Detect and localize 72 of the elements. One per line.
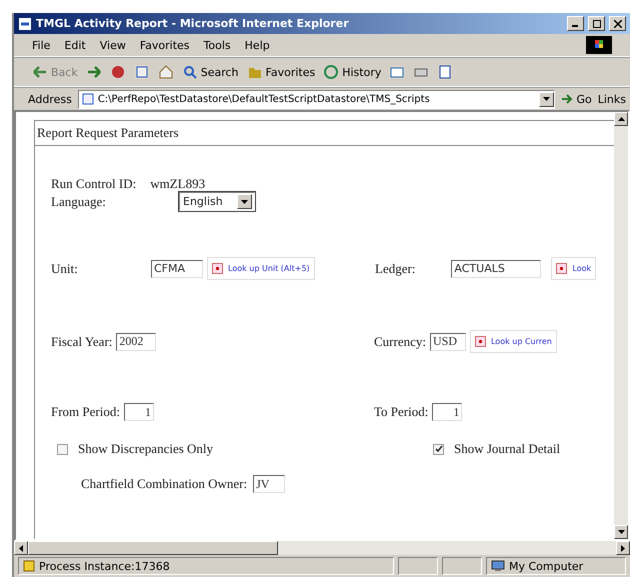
up-arrow-icon [618,117,624,121]
toolbar-button[interactable] [86,64,102,80]
close-icon [614,20,622,28]
text-field[interactable]: 2002 [116,332,156,350]
minimize-button[interactable] [567,16,584,31]
status-pane: Process Instance:17368 [18,557,394,575]
menu-item[interactable]: Tools [204,38,231,52]
lookup-icon [474,336,486,347]
field-label: Ledger: [375,260,416,276]
toolbar-button[interactable]: Favorites [246,64,316,80]
address-field[interactable]: C:\PerfRepo\TestDatastore\DefaultTestScriptDatastore\TMS_Scripts [78,90,556,108]
address-label: Address [28,92,72,106]
document-icon [437,64,454,80]
toolbar-button[interactable]: Search [182,64,239,80]
field-label: Language: [51,194,107,210]
back-arrow-icon [32,64,48,80]
computer-icon [491,560,505,572]
go-arrow-icon [561,93,574,105]
text-field[interactable]: CFMA [151,260,203,278]
toolbar-button[interactable] [437,64,454,80]
text-field[interactable]: ACTUALS [451,260,542,278]
menu-item[interactable]: Help [244,38,270,52]
field-label: From Period: [51,404,120,420]
field-label: Fiscal Year: [51,334,112,350]
stop-icon [110,64,126,80]
lookup-icon [556,263,568,274]
windows-logo-icon [586,36,612,54]
menu-item[interactable]: View [100,38,126,52]
window-title: TMGL Activity Report - Microsoft Internet Explorer [36,17,350,30]
text-field[interactable]: JV [253,475,286,493]
down-arrow-icon [618,530,624,534]
lookup-icon [212,263,223,274]
text-field[interactable]: USD [430,332,466,350]
field-label: Unit: [51,260,79,276]
close-button[interactable] [609,16,626,31]
lookup-button[interactable]: Look up Unit (Alt+5) [207,257,315,280]
menu-item[interactable]: Edit [64,38,86,52]
browser-icon [18,16,32,30]
field-label: Run Control ID: [51,176,136,192]
lookup-button[interactable]: Look up Curren [470,330,557,353]
text-field[interactable]: 1 [432,403,462,421]
lookup-button[interactable]: Look [551,257,596,280]
language-select[interactable]: English [179,192,255,211]
go-button[interactable]: Go [561,92,592,106]
maximize-button[interactable] [588,16,605,31]
text-field[interactable]: 1 [124,403,154,421]
field-label: To Period: [374,404,428,420]
checkbox-label: Show Discrepancies Only [78,441,214,457]
horizontal-scrollbar[interactable] [14,541,630,555]
menu-item[interactable]: Favorites [140,38,190,52]
zone-pane: My Computer [486,557,626,575]
field-label: Currency: [374,334,426,350]
search-icon [182,64,198,80]
checkbox[interactable] [433,444,444,454]
links-button[interactable]: Links [598,92,626,106]
toolbar-button[interactable] [158,64,174,80]
maximize-icon [592,20,600,28]
menu-item[interactable]: File [32,38,50,52]
caret-icon [240,200,248,204]
caret-icon [543,97,550,101]
field-label: Chartfield Combination Owner: [81,476,248,492]
right-arrow-icon [621,544,625,552]
left-arrow-icon [19,544,23,552]
vertical-scrollbar[interactable] [614,112,628,539]
dropdown-button[interactable] [539,92,554,106]
run-control-value: wmZL893 [150,176,206,192]
checkbox[interactable] [57,444,68,454]
toolbar-button[interactable]: History [323,64,382,80]
forward-arrow-icon [86,64,102,80]
house-icon [158,64,174,80]
toolbar-button[interactable] [110,64,126,80]
checkbox-label: Show Journal Detail [454,441,560,457]
